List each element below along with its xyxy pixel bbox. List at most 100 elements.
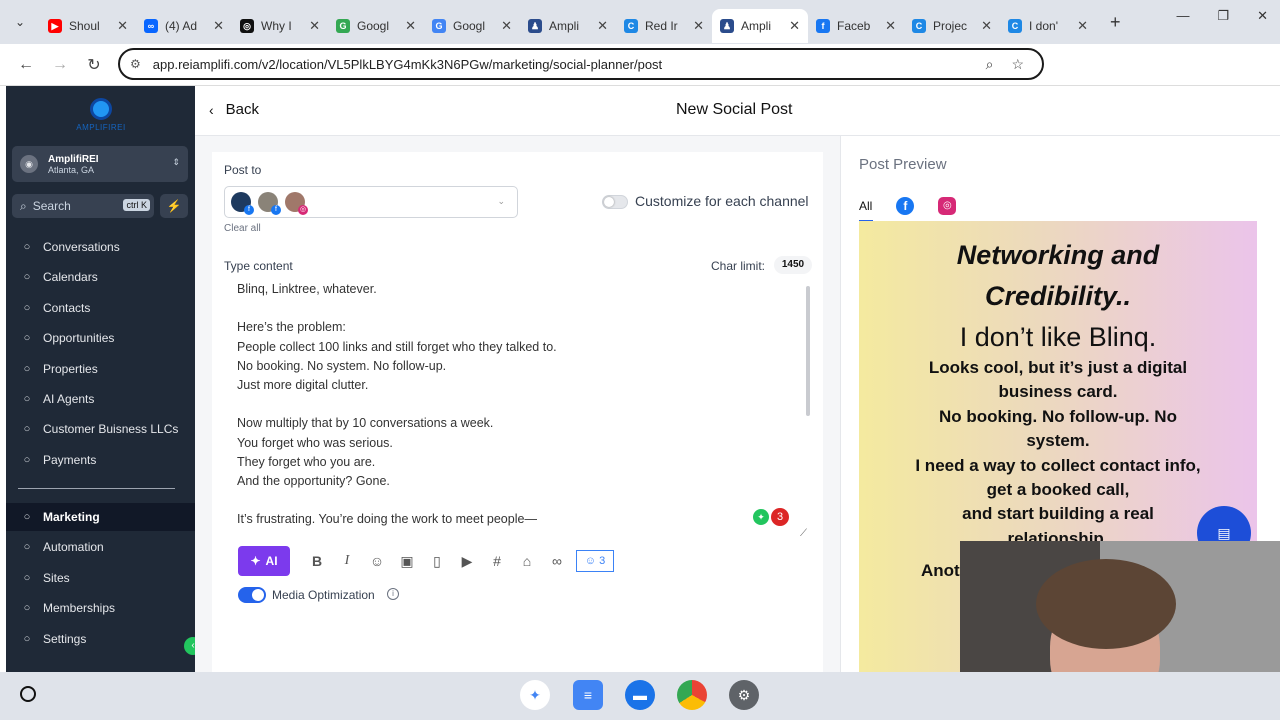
customize-label: Customize for each channel — [635, 193, 809, 209]
file-icon[interactable]: ▯ — [422, 553, 452, 570]
content-textarea[interactable]: Blinq, Linktree, whatever. Here’s the pro… — [224, 282, 812, 532]
instagram-icon[interactable]: ◎ — [938, 197, 957, 215]
account-avatar: f — [258, 192, 281, 215]
sidebar-item-sites[interactable]: ○ Sites — [6, 564, 195, 592]
maximize-icon[interactable]: ❐ — [1217, 8, 1229, 24]
browser-tab[interactable]: ∞ (4) Ad ✕ — [136, 9, 232, 43]
browser-tab[interactable]: C Projec ✕ — [904, 9, 1000, 43]
sidebar-item-properties[interactable]: ○ Properties — [6, 355, 195, 383]
browser-tab[interactable]: f Faceb ✕ — [808, 9, 904, 43]
emoji-icon[interactable]: ☺ — [362, 553, 392, 569]
close-tab-icon[interactable]: ✕ — [789, 18, 800, 34]
close-tab-icon[interactable]: ✕ — [1077, 18, 1088, 34]
tab-title: Googl — [357, 19, 390, 33]
close-tab-icon[interactable]: ✕ — [405, 18, 416, 34]
browser-tab[interactable]: C I don' ✕ — [1000, 9, 1096, 43]
close-tab-icon[interactable]: ✕ — [885, 18, 896, 34]
video-icon[interactable]: ▶ — [452, 553, 482, 570]
sidebar-item-opportunities[interactable]: ○ Opportunities — [6, 324, 195, 352]
sidebar-item-payments[interactable]: ○ Payments — [6, 446, 195, 474]
bold-icon[interactable]: B — [302, 553, 332, 569]
gemini-icon[interactable]: ✦ — [520, 680, 550, 710]
sidebar-item-label: AI Agents — [43, 392, 95, 406]
tab-all[interactable]: All — [859, 199, 874, 222]
reload-icon[interactable]: ↻ — [77, 55, 111, 75]
hashtag-icon[interactable]: # — [482, 553, 512, 569]
sidebar-item-conversations[interactable]: ○ Conversations — [6, 233, 195, 261]
tag-icon[interactable]: ⌂ — [512, 553, 542, 569]
close-tab-icon[interactable]: ✕ — [501, 18, 512, 34]
os-taskbar: ✦ ≡ ▬ ⚙ — [0, 672, 1280, 720]
accounts-select[interactable]: f f ◎ ⌄ — [224, 186, 518, 218]
url-text[interactable]: app.reiamplifi.com/v2/location/VL5PlkLBY… — [153, 57, 986, 72]
address-bar[interactable]: ⚙ app.reiamplifi.com/v2/location/VL5PlkL… — [118, 48, 1044, 80]
char-limit-label: Char limit: — [711, 259, 766, 273]
messages-icon[interactable]: ▬ — [625, 680, 655, 710]
close-tab-icon[interactable]: ✕ — [309, 18, 320, 34]
browser-tab[interactable]: C Red Ir ✕ — [616, 9, 712, 43]
browser-tab[interactable]: ♟ Ampli ✕ — [520, 9, 616, 43]
forward-arrow-icon[interactable]: → — [43, 56, 77, 74]
chevron-left-icon: ‹ — [209, 101, 214, 118]
media-optimization-toggle[interactable] — [238, 587, 266, 603]
close-tab-icon[interactable]: ✕ — [213, 18, 224, 34]
customize-toggle[interactable] — [602, 195, 628, 209]
tab-strip: ▶ Shoul ✕ ∞ (4) Ad ✕ ◎ Why I ✕ G Googl ✕ G Googl ✕ ♟ Amp… — [40, 1, 1096, 43]
sidebar-item-memberships[interactable]: ○ Memberships — [6, 594, 195, 622]
quick-action-bolt-icon[interactable]: ⚡ — [160, 194, 188, 218]
sidebar-item-marketing[interactable]: ○ Marketing — [6, 503, 195, 531]
sidebar-item-automation[interactable]: ○ Automation — [6, 533, 195, 561]
browser-tab[interactable]: ▶ Shoul ✕ — [40, 9, 136, 43]
resize-handle-icon[interactable]: ⟋ — [800, 528, 807, 539]
image-icon[interactable]: ▣ — [392, 553, 422, 570]
sidebar-item-ai-agents[interactable]: ○ AI Agents — [6, 385, 195, 413]
memberships-icon: ○ — [23, 602, 31, 615]
close-tab-icon[interactable]: ✕ — [597, 18, 608, 34]
sidebar-item-settings[interactable]: ○ Settings — [6, 625, 195, 653]
new-tab-icon[interactable]: + — [1110, 12, 1121, 33]
search-input[interactable]: ⌕ Search ctrl K — [12, 194, 154, 218]
close-tab-icon[interactable]: ✕ — [117, 18, 128, 34]
grammarly-icon[interactable]: ✦ — [753, 509, 769, 525]
clear-all-link[interactable]: Clear all — [224, 223, 261, 234]
image-body-line: business card. — [998, 382, 1118, 402]
browser-tab[interactable]: ♟ Ampli ✕ — [712, 9, 808, 43]
browser-tab[interactable]: ◎ Why I ✕ — [232, 9, 328, 43]
sidebar-item-contacts[interactable]: ○ Contacts — [6, 294, 195, 322]
ai-button[interactable]: ✦ AI — [238, 546, 290, 576]
docs-icon[interactable]: ≡ — [573, 680, 603, 710]
tab-favicon-icon: ▶ — [48, 19, 62, 33]
tab-favicon-icon: C — [624, 19, 638, 33]
error-count-badge[interactable]: 3 — [771, 508, 789, 526]
close-tab-icon[interactable]: ✕ — [981, 18, 992, 34]
back-button[interactable]: ‹ Back — [209, 101, 259, 118]
account-switcher[interactable]: ◉ AmplifiREI Atlanta, GA ⇕ — [12, 146, 188, 182]
facebook-icon[interactable]: f — [896, 197, 915, 215]
sidebar-item-customer-buisness-llcs[interactable]: ○ Customer Buisness LLCs — [6, 415, 195, 443]
back-arrow-icon[interactable]: ← — [9, 56, 43, 74]
close-window-icon[interactable]: ✕ — [1257, 8, 1268, 24]
sidebar-item-label: Automation — [43, 540, 104, 555]
browser-tab-bar: ⌄ ▶ Shoul ✕ ∞ (4) Ad ✕ ◎ Why I ✕ G Googl ✕ G Googl ✕ ♟ A… — [0, 0, 1280, 44]
site-settings-icon[interactable]: ⚙ — [130, 57, 141, 71]
settings-gear-icon[interactable]: ⚙ — [729, 680, 759, 710]
info-icon[interactable]: i — [387, 588, 399, 600]
browser-tab[interactable]: G Googl ✕ — [328, 9, 424, 43]
textarea-scrollbar[interactable] — [806, 286, 810, 416]
grammar-badges[interactable]: ✦ 3 — [753, 507, 789, 527]
sidebar-item-calendars[interactable]: ○ Calendars — [6, 263, 195, 291]
calendar-icon: ○ — [23, 271, 31, 284]
tab-search-chevron-icon[interactable]: ⌄ — [0, 0, 40, 44]
mention-button[interactable]: ☺ 3 — [576, 550, 614, 572]
browser-tab[interactable]: G Googl ✕ — [424, 9, 520, 43]
link-icon[interactable]: ∞ — [542, 553, 572, 569]
automation-icon: ○ — [23, 541, 31, 554]
content-line: It’s frustrating. You’re doing the work … — [237, 512, 537, 527]
chrome-icon[interactable] — [677, 680, 707, 710]
bookmark-star-icon[interactable]: ☆ — [1011, 56, 1024, 73]
italic-icon[interactable]: I — [332, 553, 362, 569]
minimize-icon[interactable]: — — [1176, 8, 1189, 24]
launcher-icon[interactable] — [20, 686, 36, 702]
close-tab-icon[interactable]: ✕ — [693, 18, 704, 34]
zoom-icon[interactable]: ⌕ — [986, 56, 994, 73]
